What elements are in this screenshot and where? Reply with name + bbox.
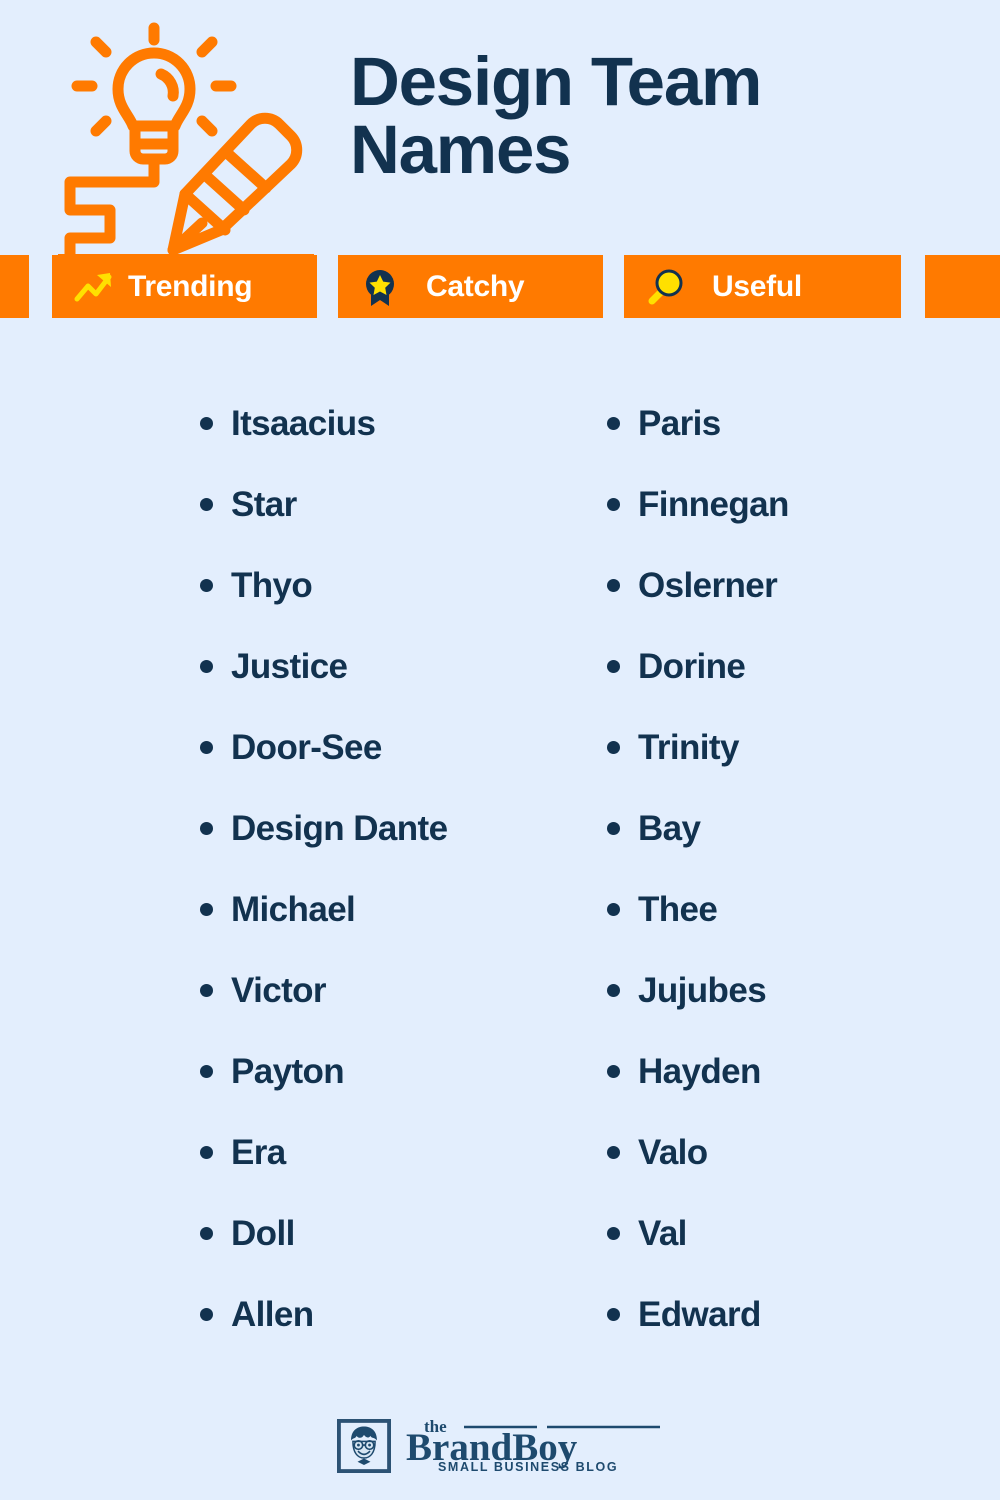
badge-strip-left-stub — [0, 255, 29, 318]
team-name-text: Michael — [231, 889, 356, 929]
bullet-icon — [607, 1146, 620, 1159]
team-name-text: Dorine — [638, 646, 746, 686]
list-item: Oslerner — [593, 545, 1000, 626]
team-name-text: Hayden — [638, 1051, 761, 1091]
bullet-icon — [200, 1146, 213, 1159]
team-name-text: Justice — [231, 646, 348, 686]
list-item: Allen — [186, 1274, 593, 1355]
list-item: Dorine — [593, 626, 1000, 707]
list-item: Val — [593, 1193, 1000, 1274]
lightbulb-pencil-icon — [58, 22, 314, 272]
list-item: Finnegan — [593, 464, 1000, 545]
bullet-icon — [200, 660, 213, 673]
page-title-line-1: Design Team — [350, 43, 762, 120]
team-name-text: Itsaacius — [231, 403, 376, 443]
team-name-text: Trinity — [638, 727, 739, 767]
list-item: Trinity — [593, 707, 1000, 788]
team-name-lists: Itsaacius Star Thyo Justice Door-See Design D… — [0, 383, 1000, 1358]
bullet-icon — [607, 822, 620, 835]
list-item: Victor — [186, 950, 593, 1031]
bullet-icon — [200, 1065, 213, 1078]
badge-trending-label: Trending — [128, 269, 253, 303]
header: Design Team Names — [0, 0, 1000, 272]
bullet-icon — [607, 1065, 620, 1078]
bullet-icon — [200, 498, 213, 511]
bullet-icon — [200, 579, 213, 592]
list-item: Era — [186, 1112, 593, 1193]
footer: the BrandBoy SMALL BUSINESS BLOG — [0, 1418, 1000, 1474]
bullet-icon — [607, 903, 620, 916]
name-list-right-column: Paris Finnegan Oslerner Dorine Trinity Bay The… — [593, 383, 1000, 1358]
team-name-text: Jujubes — [638, 970, 767, 1010]
team-name-text: Thee — [638, 889, 718, 929]
list-item: Bay — [593, 788, 1000, 869]
team-name-text: Design Dante — [231, 808, 448, 848]
brandboy-logo[interactable]: the BrandBoy SMALL BUSINESS BLOG — [336, 1418, 664, 1474]
team-name-text: Victor — [231, 970, 327, 1010]
list-item: Payton — [186, 1031, 593, 1112]
list-item: Star — [186, 464, 593, 545]
team-name-text: Bay — [638, 808, 701, 848]
bullet-icon — [607, 1308, 620, 1321]
team-name-text: Edward — [638, 1294, 761, 1334]
bullet-icon — [200, 1308, 213, 1321]
list-item: Thee — [593, 869, 1000, 950]
badge-trending[interactable]: Trending — [52, 255, 317, 318]
list-item: Edward — [593, 1274, 1000, 1355]
bullet-icon — [200, 741, 213, 754]
badge-useful-label: Useful — [712, 269, 802, 303]
bullet-icon — [607, 579, 620, 592]
list-item: Itsaacius — [186, 383, 593, 464]
bullet-icon — [607, 984, 620, 997]
team-name-text: Paris — [638, 403, 721, 443]
list-item: Michael — [186, 869, 593, 950]
list-item: Design Dante — [186, 788, 593, 869]
bullet-icon — [607, 417, 620, 430]
bullet-icon — [200, 822, 213, 835]
bullet-icon — [200, 1227, 213, 1240]
trending-up-arrow-icon — [74, 272, 112, 301]
team-name-text: Valo — [638, 1132, 708, 1172]
list-item: Valo — [593, 1112, 1000, 1193]
list-item: Doll — [186, 1193, 593, 1274]
bullet-icon — [607, 741, 620, 754]
team-name-text: Payton — [231, 1051, 345, 1091]
badge-useful[interactable]: Useful — [624, 255, 901, 318]
page-title: Design Team Names — [350, 47, 950, 184]
list-item: Door-See — [186, 707, 593, 788]
bullet-icon — [200, 417, 213, 430]
team-name-text: Val — [638, 1213, 687, 1253]
list-item: Hayden — [593, 1031, 1000, 1112]
badge-strip: Trending Catchy Useful — [0, 255, 1000, 318]
badge-strip-right-stub — [925, 255, 1000, 318]
page-title-line-2: Names — [350, 110, 572, 188]
team-name-text: Finnegan — [638, 484, 789, 524]
magnifying-glass-icon — [648, 269, 683, 304]
logo-tagline-text: SMALL BUSINESS BLOG — [438, 1460, 618, 1474]
list-item: Jujubes — [593, 950, 1000, 1031]
badge-catchy[interactable]: Catchy — [338, 255, 603, 318]
list-item: Justice — [186, 626, 593, 707]
team-name-text: Allen — [231, 1294, 314, 1334]
bullet-icon — [200, 984, 213, 997]
brandboy-wordmark: the BrandBoy SMALL BUSINESS BLOG — [406, 1418, 660, 1474]
boy-with-glasses-icon — [336, 1419, 391, 1473]
list-item: Thyo — [186, 545, 593, 626]
team-name-text: Doll — [231, 1213, 295, 1253]
bullet-icon — [607, 660, 620, 673]
team-name-text: Era — [231, 1132, 286, 1172]
bullet-icon — [200, 903, 213, 916]
badge-catchy-label: Catchy — [426, 269, 525, 303]
star-award-badge-icon — [366, 269, 394, 306]
bullet-icon — [607, 1227, 620, 1240]
team-name-text: Oslerner — [638, 565, 778, 605]
list-item: Paris — [593, 383, 1000, 464]
name-list-left-column: Itsaacius Star Thyo Justice Door-See Design D… — [186, 383, 593, 1358]
team-name-text: Thyo — [231, 565, 313, 605]
team-name-text: Door-See — [231, 727, 382, 767]
bullet-icon — [607, 498, 620, 511]
team-name-text: Star — [231, 484, 297, 524]
